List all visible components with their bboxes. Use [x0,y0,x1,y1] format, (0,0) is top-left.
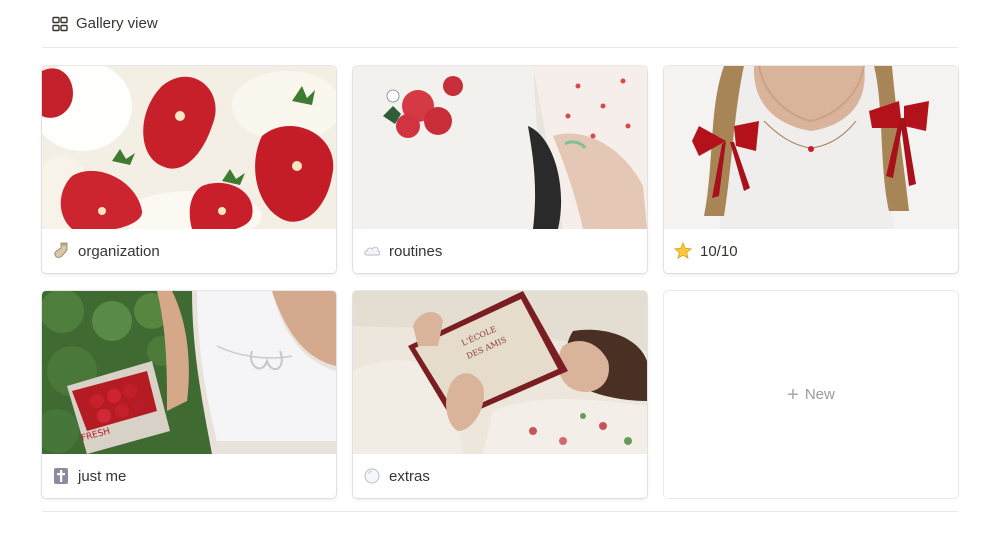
gallery-card-organization[interactable]: organization [42,66,336,273]
latin-cross-emoji-icon [54,468,68,484]
card-cover-image [42,66,336,229]
gallery-card-10-10[interactable]: 10/10 [664,66,958,273]
card-title: organization [78,242,160,260]
view-header: Gallery view [42,0,957,48]
bubble-emoji-icon [364,468,380,484]
card-title-row: 10/10 [664,229,958,273]
plus-icon: + [787,383,799,406]
gallery-view-tab[interactable]: Gallery view [52,15,158,32]
sock-emoji-icon [54,242,68,258]
new-card-label: New [804,386,835,403]
new-card-button[interactable]: + New [664,291,958,498]
gallery-grid: organization routines 10/10 FRESH just m… [42,66,958,499]
card-title-row: extras [353,454,647,498]
card-title-row: organization [42,229,336,273]
gallery-card-just-me[interactable]: FRESH just me [42,291,336,498]
gallery-card-routines[interactable]: routines [353,66,647,273]
card-title-row: routines [353,229,647,273]
card-title-row: just me [42,454,336,498]
card-cover-image [353,66,647,229]
gallery-bottom-divider [42,511,957,512]
view-label: Gallery view [76,15,158,32]
cloud-emoji-icon [364,246,381,256]
card-cover-image [664,66,958,229]
card-title: routines [389,242,443,260]
card-title: 10/10 [700,242,738,260]
gallery-card-extras[interactable]: L'ÉCOLE DES AMIS extras [353,291,647,498]
card-cover-image: FRESH [42,291,336,454]
card-cover-image: L'ÉCOLE DES AMIS [353,291,647,454]
card-title: extras [389,467,430,485]
star-emoji-icon [674,242,692,260]
card-title: just me [78,467,127,485]
gallery-grid-icon [52,16,68,31]
